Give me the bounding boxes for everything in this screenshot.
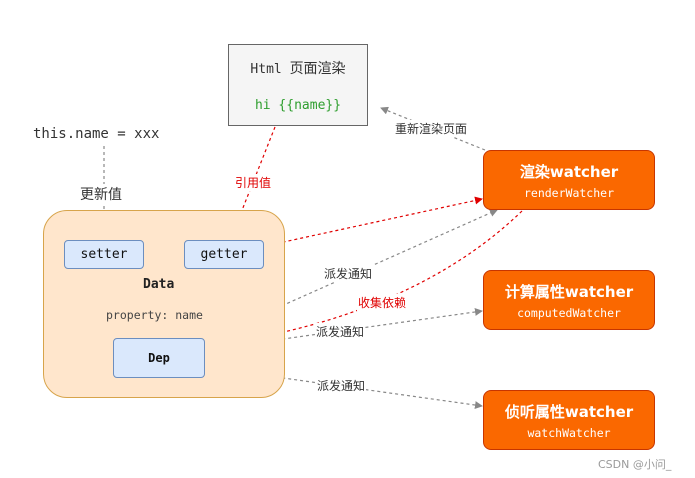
watermark: CSDN @小问_ (598, 458, 672, 471)
label-notify-1: 派发通知 (323, 265, 374, 282)
watch-watcher: 侦听属性watcher watchWatcher (483, 390, 655, 450)
dep-node: Dep (113, 338, 205, 378)
assignment-text: this.name = xxx (33, 126, 160, 142)
data-title: Data (143, 277, 175, 292)
computed-watcher-name: 计算属性watcher (504, 282, 634, 301)
render-watcher-name: 渲染watcher (519, 162, 619, 181)
watch-watcher-sub: watchWatcher (527, 425, 611, 440)
data-property: property: name (106, 308, 203, 322)
computed-watcher-sub: computedWatcher (517, 305, 621, 320)
html-box-title-cn: 页面渲染 (289, 60, 346, 77)
label-collect-deps: 收集依赖 (357, 294, 408, 311)
label-notify-2: 派发通知 (315, 323, 366, 340)
watch-watcher-name: 侦听属性watcher (504, 402, 634, 421)
label-notify-3: 派发通知 (316, 377, 367, 394)
setter-node: setter (64, 240, 144, 269)
getter-node: getter (184, 240, 264, 269)
html-template: hi {{name}} (254, 97, 342, 113)
html-box-title-code: Html (250, 61, 282, 77)
arrow-getter-to-render (264, 196, 483, 247)
render-watcher: 渲染watcher renderWatcher (483, 150, 655, 210)
update-label: 更新值 (80, 184, 122, 204)
label-reference: 引用值 (234, 174, 273, 191)
html-render-box: Html 页面渲染 hi {{name}} (228, 44, 368, 126)
label-rerender: 重新渲染页面 (394, 120, 469, 137)
computed-watcher: 计算属性watcher computedWatcher (483, 270, 655, 330)
html-box-title: Html 页面渲染 (250, 58, 345, 78)
render-watcher-sub: renderWatcher (523, 185, 614, 200)
